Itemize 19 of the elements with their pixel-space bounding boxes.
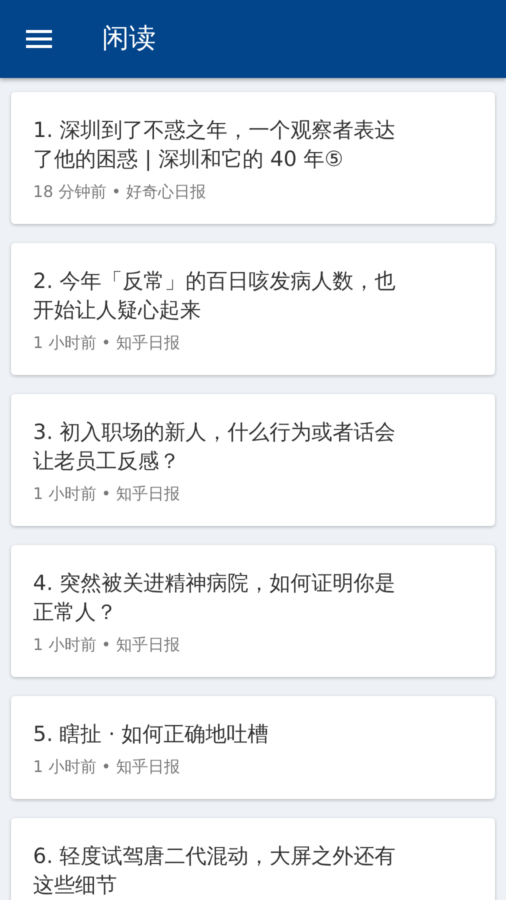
article-meta: 18 分钟前 • 好奇心日报: [33, 181, 208, 203]
article-title: 4. 突然被关进精神病院，如何证明你是正常人？: [33, 570, 397, 626]
article-card[interactable]: 5. 瞎扯 · 如何正确地吐槽 1 小时前 • 知乎日报: [11, 696, 495, 799]
article-card[interactable]: 1. 深圳到了不惑之年，一个观察者表达了他的困惑 | 深圳和它的 40 年⑤ 18 分钟前 • 好奇心日报: [11, 92, 495, 224]
article-meta: 1 小时前 • 知乎日报: [33, 634, 181, 656]
article-meta: 1 小时前 • 知乎日报: [33, 756, 181, 778]
article-meta: 1 小时前 • 知乎日报: [33, 483, 181, 505]
app-title: 闲读: [102, 22, 156, 56]
menu-icon[interactable]: [26, 29, 52, 49]
article-card[interactable]: 2. 今年「反常」的百日咳发病人数，也开始让人疑心起来 1 小时前 • 知乎日报: [11, 243, 495, 375]
article-title: 3. 初入职场的新人，什么行为或者话会让老员工反感？: [33, 419, 397, 475]
article-meta: 1 小时前 • 知乎日报: [33, 332, 181, 354]
article-title: 6. 轻度试驾唐二代混动，大屏之外还有这些细节: [33, 843, 397, 899]
article-title: 2. 今年「反常」的百日咳发病人数，也开始让人疑心起来: [33, 268, 397, 324]
article-card[interactable]: 6. 轻度试驾唐二代混动，大屏之外还有这些细节: [11, 818, 495, 900]
article-title: 1. 深圳到了不惑之年，一个观察者表达了他的困惑 | 深圳和它的 40 年⑤: [33, 117, 397, 173]
article-card[interactable]: 3. 初入职场的新人，什么行为或者话会让老员工反感？ 1 小时前 • 知乎日报: [11, 394, 495, 526]
article-card[interactable]: 4. 突然被关进精神病院，如何证明你是正常人？ 1 小时前 • 知乎日报: [11, 545, 495, 677]
article-title: 5. 瞎扯 · 如何正确地吐槽: [33, 721, 270, 748]
